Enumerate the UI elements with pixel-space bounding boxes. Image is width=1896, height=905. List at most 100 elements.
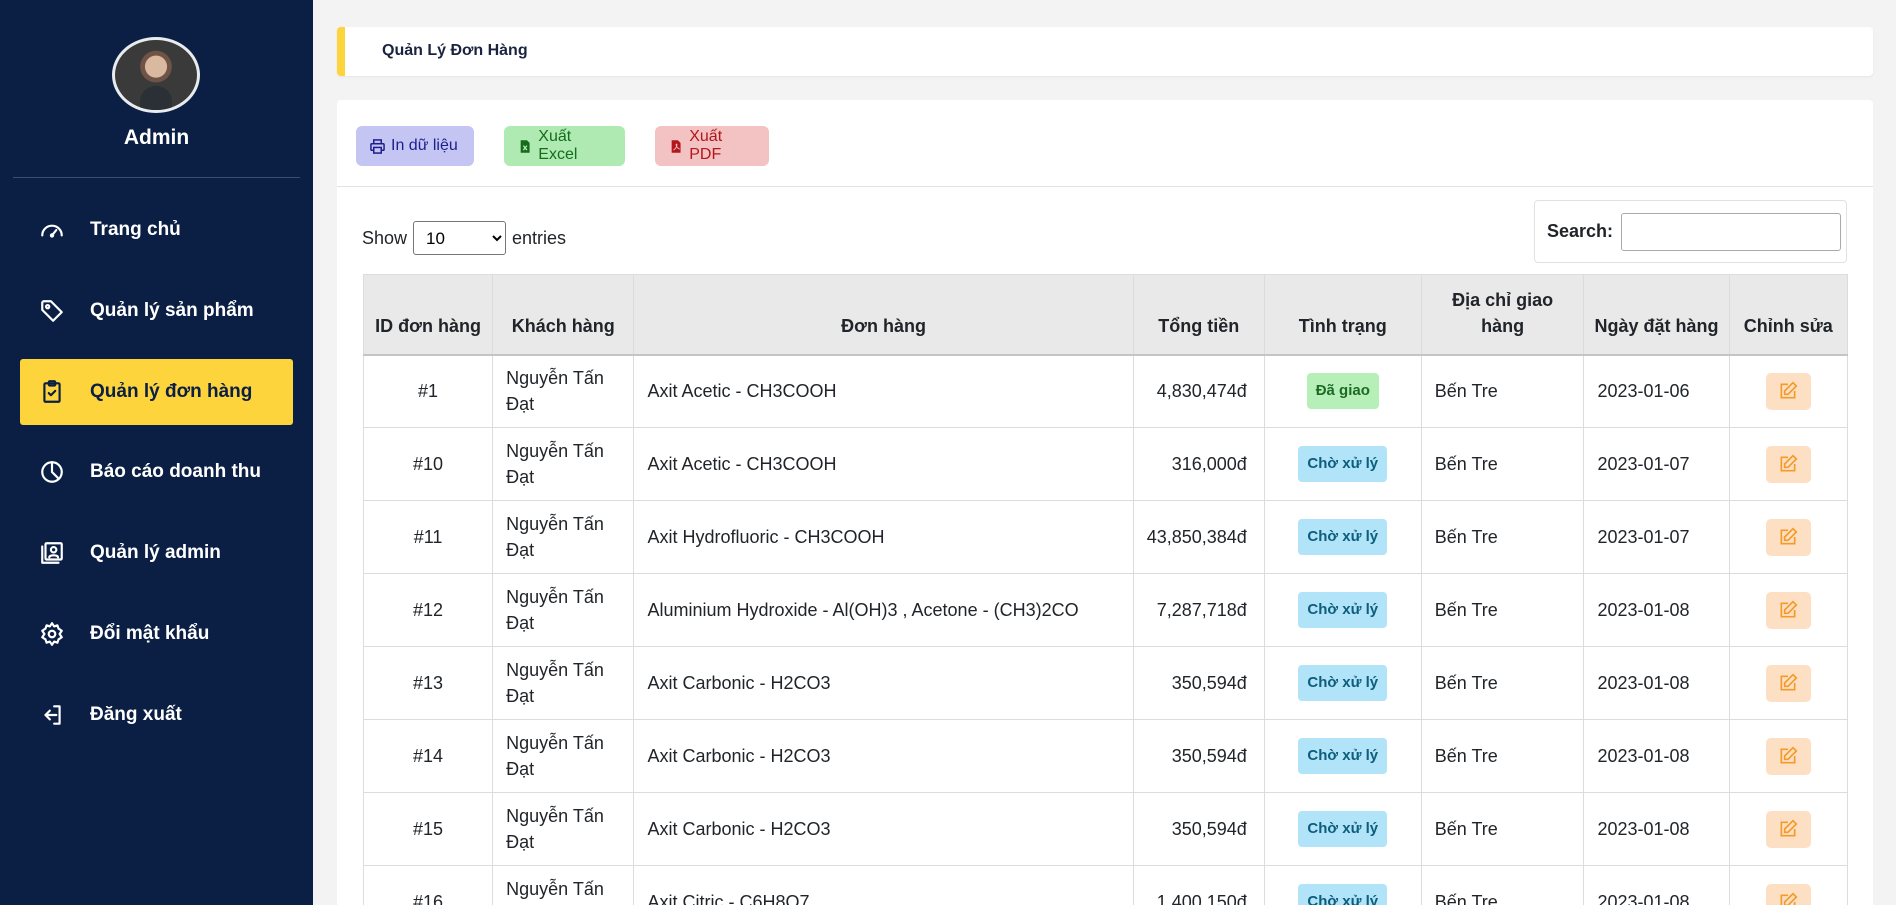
file-excel-icon [520, 139, 530, 153]
export-pdf-button[interactable]: Xuất PDF [655, 126, 769, 166]
table-row[interactable]: #12 Nguyễn Tấn Đạt Aluminium Hydroxide - A… [362, 573, 1849, 647]
table-row[interactable]: #10 Nguyễn Tấn Đạt Axit Acetic - CH3COOH 31… [362, 427, 1849, 501]
print-button[interactable]: In dữ liệu [356, 126, 474, 166]
col-header-customer[interactable]: Khách hàng [492, 274, 635, 356]
status-badge: Đã giao [1306, 373, 1379, 410]
order-items-cell: Aluminium Hydroxide - Al(OH)3 , Acetone … [633, 573, 1134, 647]
order-id-cell: #15 [362, 792, 494, 866]
edit-icon [1778, 746, 1798, 766]
status-cell: Chờ xử lý [1263, 865, 1422, 905]
sidebar-item-revenue-report[interactable]: Báo cáo doanh thu [20, 439, 293, 505]
customer-cell: Nguyễn Tấn Đạt [492, 719, 635, 793]
status-badge: Chờ xử lý [1298, 811, 1388, 847]
entries-control: Show 10 entries [362, 221, 566, 255]
total-cell: 350,594đ [1132, 792, 1265, 866]
edit-icon [1778, 673, 1798, 693]
page-header: Quản Lý Đơn Hàng [337, 27, 1873, 76]
sidebar-item-label: Trang chủ [90, 219, 181, 240]
address-cell: Bến Tre [1420, 427, 1585, 501]
edit-cell [1728, 646, 1849, 720]
export-excel-label: Xuất Excel [538, 128, 578, 163]
total-cell: 43,850,384đ [1132, 500, 1265, 574]
status-badge: Chờ xử lý [1298, 592, 1388, 628]
total-cell: 1,400,150đ [1132, 865, 1265, 905]
edit-button[interactable] [1765, 518, 1811, 556]
edit-icon [1778, 892, 1798, 905]
date-cell: 2023-01-07 [1583, 427, 1730, 501]
sidebar-divider [13, 177, 300, 178]
printer-icon [370, 138, 385, 154]
status-badge: Chờ xử lý [1298, 446, 1388, 482]
total-cell: 7,287,718đ [1132, 573, 1265, 647]
edit-button[interactable] [1765, 591, 1811, 629]
edit-cell [1728, 719, 1849, 793]
sidebar-item-logout[interactable]: Đăng xuất [20, 682, 293, 748]
status-cell: Chờ xử lý [1263, 646, 1422, 720]
table-row[interactable]: #14 Nguyễn Tấn Đạt Axit Carbonic - H2CO3 35… [362, 719, 1849, 793]
sidebar-item-label: Đổi mật khẩu [90, 623, 210, 644]
table-row[interactable]: #11 Nguyễn Tấn Đạt Axit Hydrofluoric - CH3… [362, 500, 1849, 574]
sidebar-item-change-password[interactable]: Đổi mật khẩu [20, 601, 293, 667]
sidebar: Admin Trang chủ Quản lý sản phẩm Quản lý… [0, 0, 313, 905]
order-items-cell: Axit Acetic - CH3COOH [633, 354, 1134, 428]
customer-cell: Nguyễn Tấn Đạt [492, 792, 635, 866]
col-header-id[interactable]: ID đơn hàng [362, 274, 494, 356]
col-header-date[interactable]: Ngày đặt hàng [1583, 274, 1730, 356]
address-cell: Bến Tre [1420, 646, 1585, 720]
table-row[interactable]: #1 Nguyễn Tấn Đạt Axit Acetic - CH3COOH 4,8… [362, 354, 1849, 428]
sidebar-item-label: Quản lý sản phẩm [90, 300, 254, 321]
address-cell: Bến Tre [1420, 573, 1585, 647]
orders-panel: In dữ liệu Xuất Excel Xuất PDF Show 10 e… [337, 100, 1873, 905]
col-header-order[interactable]: Đơn hàng [633, 274, 1134, 356]
edit-icon [1778, 454, 1798, 474]
edit-button[interactable] [1765, 372, 1811, 410]
date-cell: 2023-01-08 [1583, 792, 1730, 866]
search-box: Search: [1534, 200, 1847, 263]
export-toolbar: In dữ liệu Xuất Excel Xuất PDF [337, 100, 1873, 187]
status-cell: Chờ xử lý [1263, 427, 1422, 501]
entries-select[interactable]: 10 [413, 221, 507, 255]
col-header-address[interactable]: Địa chỉ giao hàng [1420, 274, 1585, 356]
export-excel-button[interactable]: Xuất Excel [504, 126, 625, 166]
col-header-status[interactable]: Tình trạng [1263, 274, 1422, 356]
sidebar-item-admin-management[interactable]: Quản lý admin [20, 520, 293, 586]
sidebar-item-label: Đăng xuất [90, 704, 182, 725]
customer-cell: Nguyễn Tấn Đạt [492, 573, 635, 647]
logout-icon [38, 701, 66, 729]
table-row[interactable]: #15 Nguyễn Tấn Đạt Axit Carbonic - H2CO3 35… [362, 792, 1849, 866]
total-cell: 350,594đ [1132, 646, 1265, 720]
order-items-cell: Axit Hydrofluoric - CH3COOH [633, 500, 1134, 574]
clipboard-check-icon [38, 378, 66, 406]
status-badge: Chờ xử lý [1298, 519, 1388, 555]
edit-button[interactable] [1765, 664, 1811, 702]
order-items-cell: Axit Carbonic - H2CO3 [633, 719, 1134, 793]
order-items-cell: Axit Acetic - CH3COOH [633, 427, 1134, 501]
date-cell: 2023-01-06 [1583, 354, 1730, 428]
col-header-total[interactable]: Tổng tiền [1132, 274, 1265, 356]
edit-cell [1728, 427, 1849, 501]
pie-chart-icon [38, 458, 66, 486]
order-id-cell: #1 [362, 354, 494, 428]
edit-button[interactable] [1765, 810, 1811, 848]
sidebar-item-products[interactable]: Quản lý sản phẩm [20, 278, 293, 344]
edit-button[interactable] [1765, 883, 1811, 905]
edit-icon [1778, 381, 1798, 401]
edit-button[interactable] [1765, 445, 1811, 483]
status-badge: Chờ xử lý [1298, 738, 1388, 774]
total-cell: 350,594đ [1132, 719, 1265, 793]
sidebar-item-home[interactable]: Trang chủ [20, 197, 293, 263]
order-items-cell: Axit Citric - C6H8O7 [633, 865, 1134, 905]
sidebar-item-orders[interactable]: Quản lý đơn hàng [20, 359, 293, 425]
tag-icon [38, 297, 66, 325]
edit-cell [1728, 354, 1849, 428]
table-row[interactable]: #13 Nguyễn Tấn Đạt Axit Carbonic - H2CO3 35… [362, 646, 1849, 720]
edit-button[interactable] [1765, 737, 1811, 775]
edit-cell [1728, 573, 1849, 647]
dashboard-gauge-icon [38, 216, 66, 244]
col-header-edit[interactable]: Chỉnh sửa [1728, 274, 1849, 356]
status-cell: Chờ xử lý [1263, 500, 1422, 574]
search-input[interactable] [1621, 212, 1842, 251]
table-row[interactable]: #16Nguyễn Tấn ĐạtAxit Citric - C6H8O71,4… [362, 865, 1849, 905]
entries-label: entries [512, 227, 567, 248]
search-label: Search: [1547, 221, 1614, 241]
